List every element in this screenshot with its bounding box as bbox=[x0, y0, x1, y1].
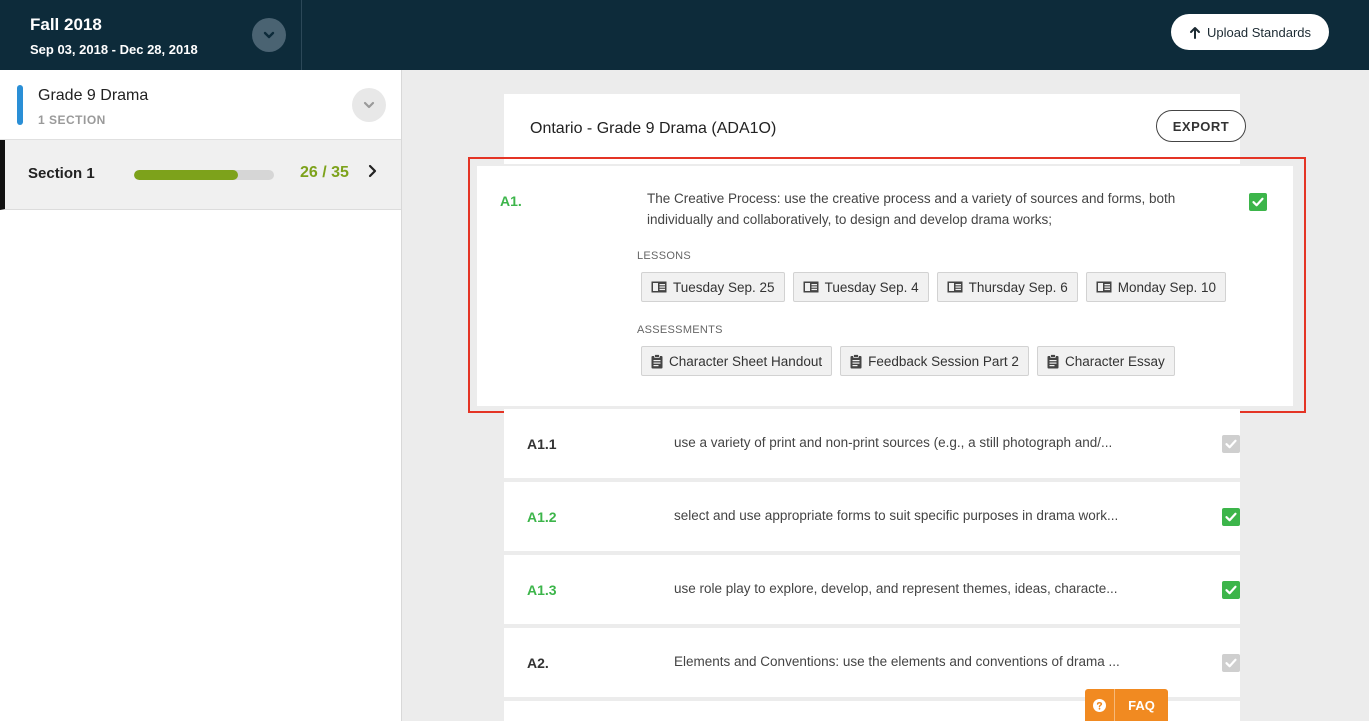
standard-description: The Creative Process: use the creative p… bbox=[647, 191, 1176, 227]
chevron-right-icon bbox=[368, 164, 377, 178]
section-progress-label: 26 / 35 bbox=[300, 164, 349, 181]
standard-row[interactable]: A1.3 use role play to explore, develop, a… bbox=[504, 555, 1240, 624]
clipboard-icon bbox=[651, 353, 663, 369]
faq-button[interactable]: FAQ bbox=[1085, 689, 1168, 721]
term-name: Fall 2018 bbox=[30, 15, 102, 34]
clipboard-icon bbox=[850, 353, 862, 369]
course-item[interactable]: Grade 9 Drama 1 SECTION bbox=[0, 70, 401, 140]
section-progress-fill bbox=[134, 170, 239, 180]
section-progress-bar bbox=[134, 170, 274, 180]
faq-label: FAQ bbox=[1128, 697, 1155, 713]
standard-description: use role play to explore, develop, and r… bbox=[674, 581, 1118, 596]
lesson-book-icon bbox=[803, 281, 819, 293]
standard-code: A1.2 bbox=[527, 509, 557, 525]
section-name: Section 1 bbox=[28, 165, 95, 182]
term-selector: Fall 2018 Sep 03, 2018 - Dec 28, 2018 bbox=[0, 0, 302, 70]
expanded-standard: A1. The Creative Process: use the creati… bbox=[477, 166, 1293, 406]
standard-code: A1.1 bbox=[527, 436, 557, 452]
checkbox-unchecked-icon[interactable] bbox=[1222, 435, 1240, 453]
term-dates: Sep 03, 2018 - Dec 28, 2018 bbox=[30, 42, 198, 57]
export-button[interactable]: EXPORT bbox=[1156, 110, 1246, 142]
course-dropdown-button[interactable] bbox=[352, 88, 386, 122]
lesson-chip[interactable]: Monday Sep. 10 bbox=[1085, 272, 1227, 302]
upload-standards-label: Upload Standards bbox=[1206, 24, 1312, 40]
assessment-chip[interactable]: Character Essay bbox=[1036, 346, 1175, 376]
lesson-book-icon bbox=[1096, 281, 1112, 293]
chevron-down-icon bbox=[363, 101, 375, 109]
standard-code: A1.3 bbox=[527, 582, 557, 598]
standard-row[interactable]: A2. Elements and Conventions: use the ele… bbox=[504, 628, 1240, 697]
standard-row[interactable]: A1.1 use a variety of print and non-print… bbox=[504, 409, 1240, 478]
lesson-chip-label: Monday Sep. 10 bbox=[1117, 279, 1217, 295]
lessons-label: LESSONS bbox=[637, 250, 692, 262]
sidebar: Grade 9 Drama 1 SECTION Section 1 26 / 3… bbox=[0, 70, 402, 721]
upload-standards-button[interactable]: Upload Standards bbox=[1171, 14, 1329, 50]
lessons-list: Tuesday Sep. 25 Tuesday Sep. 4 Thursday Se… bbox=[641, 272, 1227, 302]
standards-header: Ontario - Grade 9 Drama (ADA1O) EXPORT bbox=[504, 94, 1246, 164]
checkbox-checked-icon[interactable] bbox=[1222, 508, 1240, 526]
standards-title: Ontario - Grade 9 Drama (ADA1O) bbox=[530, 120, 777, 137]
standard-code: A1. bbox=[500, 193, 522, 209]
course-name: Grade 9 Drama bbox=[38, 87, 149, 104]
chevron-down-icon bbox=[263, 31, 275, 39]
assessment-chip-label: Character Sheet Handout bbox=[669, 353, 823, 369]
standard-description: Elements and Conventions: use the elemen… bbox=[674, 654, 1120, 669]
checkbox-checked-icon[interactable] bbox=[1222, 581, 1240, 599]
top-header: Fall 2018 Sep 03, 2018 - Dec 28, 2018 Up… bbox=[0, 0, 1369, 70]
lesson-chip[interactable]: Tuesday Sep. 25 bbox=[641, 272, 785, 302]
checkbox-unchecked-icon[interactable] bbox=[1222, 654, 1240, 672]
checkbox-checked-icon[interactable] bbox=[1249, 193, 1267, 211]
assessments-list: Character Sheet Handout Feedback Session … bbox=[641, 346, 1175, 376]
lesson-chip-label: Tuesday Sep. 4 bbox=[824, 279, 919, 295]
lesson-chip[interactable]: Thursday Sep. 6 bbox=[936, 272, 1078, 302]
assessment-chip-label: Feedback Session Part 2 bbox=[868, 353, 1019, 369]
standard-row[interactable]: A1.2 select and use appropriate forms to … bbox=[504, 482, 1240, 551]
assessment-chip[interactable]: Character Sheet Handout bbox=[641, 346, 833, 376]
standard-code: A2. bbox=[527, 655, 549, 671]
assessment-chip[interactable]: Feedback Session Part 2 bbox=[840, 346, 1029, 376]
standard-description: select and use appropriate forms to suit… bbox=[674, 508, 1119, 523]
help-icon bbox=[1085, 689, 1115, 721]
lesson-chip[interactable]: Tuesday Sep. 4 bbox=[792, 272, 929, 302]
standards-panel: Ontario - Grade 9 Drama (ADA1O) EXPORT A… bbox=[402, 70, 1369, 721]
lesson-chip-label: Tuesday Sep. 25 bbox=[673, 279, 775, 295]
course-color-bar bbox=[17, 85, 23, 125]
assessment-chip-label: Character Essay bbox=[1064, 353, 1165, 369]
course-section-count: 1 SECTION bbox=[38, 113, 106, 127]
lesson-chip-label: Thursday Sep. 6 bbox=[968, 279, 1068, 295]
lesson-book-icon bbox=[651, 281, 667, 293]
assessments-label: ASSESSMENTS bbox=[637, 324, 723, 336]
term-dropdown-button[interactable] bbox=[252, 18, 286, 52]
arrow-up-icon bbox=[1189, 26, 1200, 39]
section-item[interactable]: Section 1 26 / 35 bbox=[0, 140, 401, 210]
lesson-book-icon bbox=[947, 281, 963, 293]
clipboard-icon bbox=[1047, 353, 1059, 369]
standard-description: use a variety of print and non-print sou… bbox=[674, 435, 1113, 450]
